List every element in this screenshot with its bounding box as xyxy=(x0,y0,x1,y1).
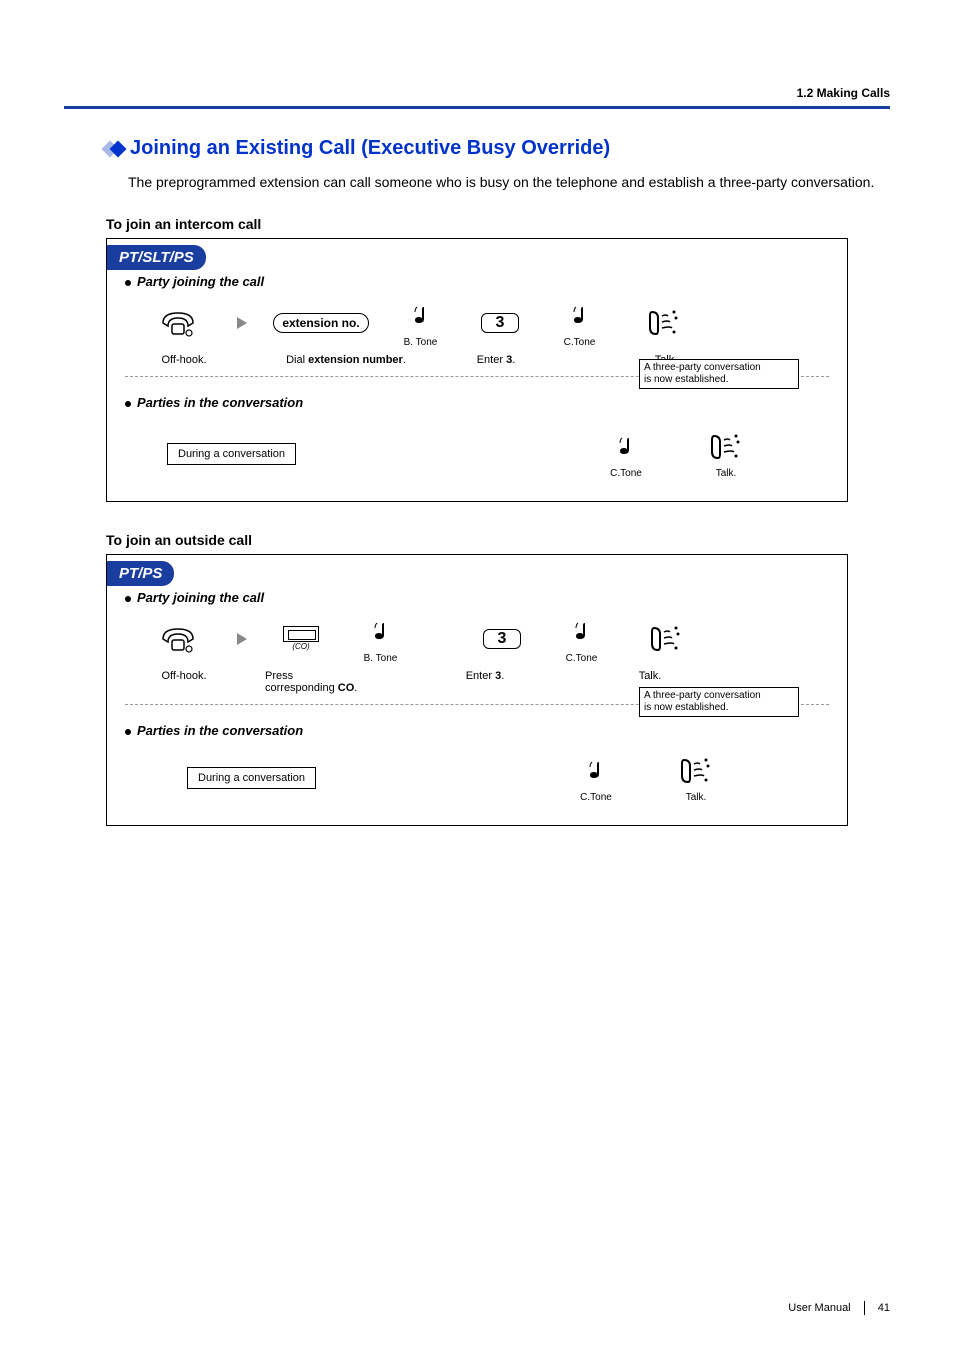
ctone-label: C.Tone xyxy=(564,337,596,348)
subhead-outside: To join an outside call xyxy=(106,532,890,548)
device-label-intercom: PT/SLT/PS xyxy=(107,245,206,270)
enter3-caption: Enter 3. xyxy=(415,670,555,694)
ctone-label: C.Tone xyxy=(566,653,598,664)
offhook-icon xyxy=(158,620,198,658)
btone-icon xyxy=(371,613,391,651)
procedure-outside: PT/PS Party joining the call xyxy=(106,554,848,826)
btone-label: B. Tone xyxy=(404,337,438,348)
ctone-icon xyxy=(616,428,636,466)
during-conversation-box: During a conversation xyxy=(167,443,296,465)
breadcrumb: 1.2 Making Calls xyxy=(64,86,890,106)
footer: User Manual 41 xyxy=(788,1301,890,1315)
party-joining-label-2: Party joining the call xyxy=(107,586,847,613)
three-party-note-2: A three-party conversation is now establ… xyxy=(639,687,799,717)
offhook-icon xyxy=(158,304,198,342)
offhook-caption: Off-hook. xyxy=(143,670,225,694)
dashed-separator: A three-party conversation is now establ… xyxy=(125,376,829,377)
dial-caption: Dial extension number. xyxy=(261,354,431,366)
talk-icon xyxy=(646,620,686,658)
offhook-caption: Off-hook. xyxy=(143,354,225,366)
arrow-icon xyxy=(235,304,249,342)
extension-no-key: extension no. xyxy=(273,313,368,333)
ctone-label: C.Tone xyxy=(610,468,642,479)
btone-icon xyxy=(411,297,431,335)
arrow-icon xyxy=(235,620,249,658)
co-key: (CO) xyxy=(283,626,319,651)
talk-icon xyxy=(644,304,684,342)
section-intro: The preprogrammed extension can call som… xyxy=(128,172,890,192)
footer-page: 41 xyxy=(878,1302,890,1314)
talk-caption: Talk. xyxy=(686,792,707,803)
procedure-intercom: PT/SLT/PS Party joining the call ext xyxy=(106,238,848,502)
btone-label: B. Tone xyxy=(364,653,398,664)
ctone-label: C.Tone xyxy=(580,792,612,803)
ctone-icon xyxy=(572,613,592,651)
subhead-intercom: To join an intercom call xyxy=(106,216,890,232)
dashed-separator-2: A three-party conversation is now establ… xyxy=(125,704,829,705)
key-3: 3 xyxy=(481,313,520,333)
ctone-icon xyxy=(586,752,606,790)
header-rule xyxy=(64,106,890,109)
talk-icon xyxy=(706,428,746,466)
press-co-caption: Press corresponding CO. xyxy=(261,670,415,694)
three-party-note: A three-party conversation is now establ… xyxy=(639,359,799,389)
device-label-outside: PT/PS xyxy=(107,561,174,586)
party-joining-label: Party joining the call xyxy=(107,270,847,297)
ctone-icon xyxy=(570,297,590,335)
during-conversation-box-2: During a conversation xyxy=(187,767,316,789)
enter3-caption: Enter 3. xyxy=(431,354,561,366)
key-3: 3 xyxy=(483,629,522,649)
footer-manual: User Manual xyxy=(788,1302,850,1314)
section-bullet-icon xyxy=(104,143,120,155)
talk-caption: Talk. xyxy=(716,468,737,479)
section-title: Joining an Existing Call (Executive Busy… xyxy=(130,137,610,160)
talk-icon xyxy=(676,752,716,790)
